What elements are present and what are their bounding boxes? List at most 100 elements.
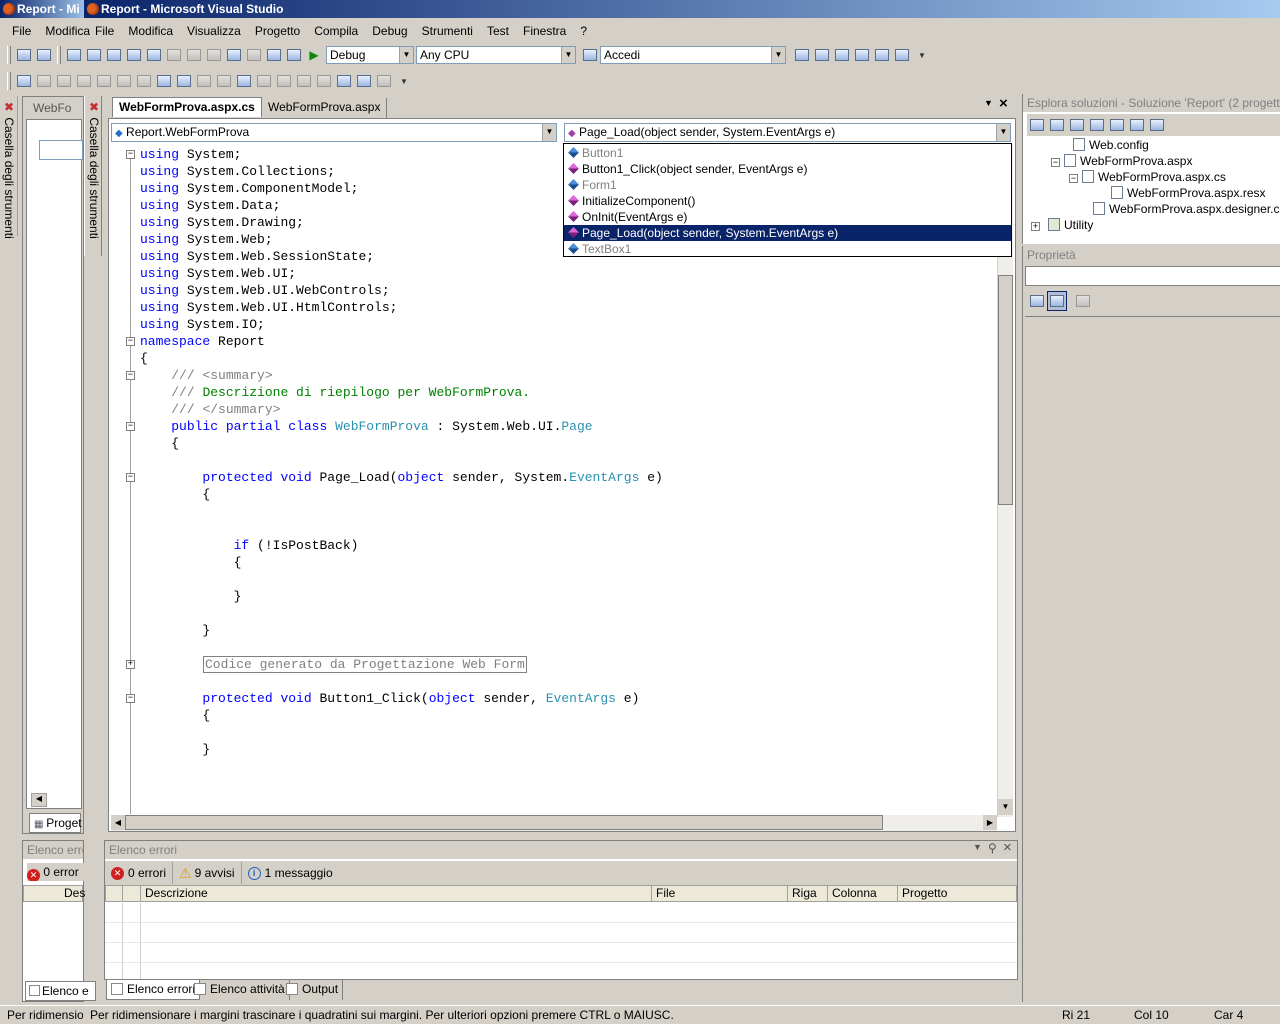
align-centers-icon[interactable] (94, 71, 114, 91)
member-item-textbox1[interactable]: TextBox1 (564, 241, 1011, 257)
command-window-icon[interactable] (892, 45, 912, 65)
col-header-column[interactable]: Colonna (828, 886, 898, 901)
back-menu-file[interactable]: File (5, 24, 38, 38)
navigate-forward-icon[interactable] (284, 45, 304, 65)
tree-item-webformprova-aspx[interactable]: − WebFormProva.aspx (1051, 153, 1192, 169)
fold-toggle[interactable]: − (126, 371, 135, 380)
properties-object-combo[interactable] (1025, 266, 1280, 286)
menu-debug[interactable]: Debug (365, 24, 414, 38)
toolbar-options-icon[interactable]: ▼ (912, 45, 932, 65)
toolbox-icon[interactable] (852, 45, 872, 65)
categorized-icon[interactable] (1027, 291, 1047, 311)
prev-task-icon[interactable] (334, 71, 354, 91)
cut-icon[interactable] (164, 45, 184, 65)
close-icon[interactable]: × (1003, 839, 1012, 856)
collapse-icon[interactable]: − (1069, 174, 1078, 183)
col-header-project[interactable]: Progetto (898, 886, 1018, 901)
scroll-right-icon[interactable]: ▶ (983, 815, 997, 830)
fold-toggle[interactable]: − (126, 422, 135, 431)
tab-webformprova-aspx-cs[interactable]: WebFormProva.aspx.cs (112, 97, 262, 117)
scroll-down-icon[interactable]: ▼ (998, 799, 1013, 815)
chevron-down-icon[interactable]: ▼ (561, 47, 575, 63)
refresh-icon[interactable] (1067, 115, 1087, 135)
complete-word-icon[interactable] (374, 71, 394, 91)
new-project-icon[interactable] (14, 45, 34, 65)
undo-icon[interactable] (224, 45, 244, 65)
toolbox-tab[interactable]: ✖ Casella degli strumenti (87, 100, 101, 239)
properties-icon[interactable] (1027, 115, 1047, 135)
new-file-icon[interactable] (64, 45, 84, 65)
view-designer-icon[interactable] (1107, 115, 1127, 135)
view-code-icon[interactable] (1087, 115, 1107, 135)
active-files-chevron-icon[interactable]: ▼ (984, 98, 993, 108)
window-position-icon[interactable]: ▼ (973, 842, 982, 852)
col-header-icon[interactable] (106, 886, 123, 901)
next-bookmark-icon[interactable] (294, 71, 314, 91)
properties-window-icon[interactable] (812, 45, 832, 65)
class-combo[interactable]: ◆ Report.WebFormProva ▼ (111, 123, 557, 142)
collapse-icon[interactable]: − (1051, 158, 1060, 167)
tab-error-list[interactable]: Elenco errori (106, 980, 201, 1000)
back-bottom-tab[interactable]: ▦ Proget (29, 813, 82, 833)
toolbar-grip[interactable] (7, 46, 11, 64)
properties-title[interactable]: Proprietà (1023, 246, 1280, 264)
menu-test[interactable]: Test (480, 24, 516, 38)
back-textbox[interactable] (39, 140, 83, 160)
member-dropdown-list[interactable]: Button1 Button1_Click(object sender, Eve… (563, 143, 1012, 257)
start-page-icon[interactable] (872, 45, 892, 65)
clear-bookmarks-icon[interactable] (314, 71, 334, 91)
tree-item-webformprova-aspx-cs[interactable]: − WebFormProva.aspx.cs (1069, 169, 1226, 185)
tab-webformprova-aspx[interactable]: WebFormProva.aspx (262, 98, 388, 118)
errors-filter-button[interactable]: ✕ 0 errori (105, 862, 174, 884)
close-icon[interactable]: × (999, 95, 1008, 112)
fold-toggle[interactable]: − (126, 694, 135, 703)
show-all-files-icon[interactable] (1047, 115, 1067, 135)
add-item-icon[interactable] (34, 45, 54, 65)
back-window-titlebar[interactable]: Report - Mi (0, 0, 90, 18)
back-horizontal-scrollbar[interactable]: ◀ (31, 793, 47, 807)
toolbar-options-icon[interactable]: ▼ (394, 71, 414, 91)
tree-item-webformprova-aspx-resx[interactable]: WebFormProva.aspx.resx (1111, 185, 1266, 201)
platform-combo[interactable]: Any CPU ▼ (416, 46, 576, 64)
add-new-item-icon[interactable] (84, 45, 104, 65)
error-list-title[interactable]: Elenco errori (105, 841, 1017, 859)
col-header-file[interactable]: File (652, 886, 788, 901)
find-combo[interactable]: Accedi ▼ (600, 46, 786, 64)
member-item-initializecomponent[interactable]: InitializeComponent() (564, 193, 1011, 209)
back-col-description[interactable]: Des (64, 886, 85, 901)
scroll-thumb[interactable] (998, 275, 1013, 505)
col-header-index[interactable] (123, 886, 141, 901)
tree-item-web-config[interactable]: Web.config (1073, 137, 1149, 153)
decrease-indent-icon[interactable] (154, 71, 174, 91)
scroll-thumb[interactable] (125, 815, 883, 830)
solution-config-combo[interactable]: Debug ▼ (326, 46, 414, 64)
view-class-diagram-icon[interactable] (1127, 115, 1147, 135)
col-header-line[interactable]: Riga (788, 886, 828, 901)
pin-icon[interactable]: ⚲ (988, 841, 997, 855)
solution-explorer-title[interactable]: Esplora soluzioni - Soluzione 'Report' (… (1023, 94, 1280, 112)
chevron-down-icon[interactable]: ▼ (996, 124, 1010, 141)
collapsed-region[interactable]: Codice generato da Progettazione Web For… (203, 656, 527, 673)
back-error-filter[interactable]: ✕ 0 error (27, 863, 85, 881)
numbered-list-icon[interactable] (214, 71, 234, 91)
member-item-oninit[interactable]: OnInit(EventArgs e) (564, 209, 1011, 225)
paste-icon[interactable] (204, 45, 224, 65)
align-rights-icon[interactable] (114, 71, 134, 91)
save-icon[interactable] (124, 45, 144, 65)
alphabetical-icon[interactable] (1047, 291, 1067, 311)
menu-help[interactable]: ? (573, 24, 594, 38)
back-toolbox-tab[interactable]: ✖ Casella degli strumenti (2, 100, 16, 239)
solution-explorer-icon[interactable] (792, 45, 812, 65)
menu-window[interactable]: Finestra (516, 24, 573, 38)
fold-toggle[interactable]: − (126, 337, 135, 346)
fold-toggle[interactable]: − (126, 150, 135, 159)
align-lefts-icon[interactable] (74, 71, 94, 91)
window-titlebar[interactable]: Report - Microsoft Visual Studio (84, 0, 1280, 18)
member-item-page-load[interactable]: Page_Load(object sender, System.EventArg… (564, 225, 1011, 241)
object-browser-icon[interactable] (832, 45, 852, 65)
menu-project[interactable]: Progetto (248, 24, 307, 38)
redo-icon[interactable] (244, 45, 264, 65)
list-icon[interactable] (194, 71, 214, 91)
menu-tools[interactable]: Strumenti (415, 24, 480, 38)
tree-item-utility[interactable]: + Utility (1031, 217, 1093, 233)
